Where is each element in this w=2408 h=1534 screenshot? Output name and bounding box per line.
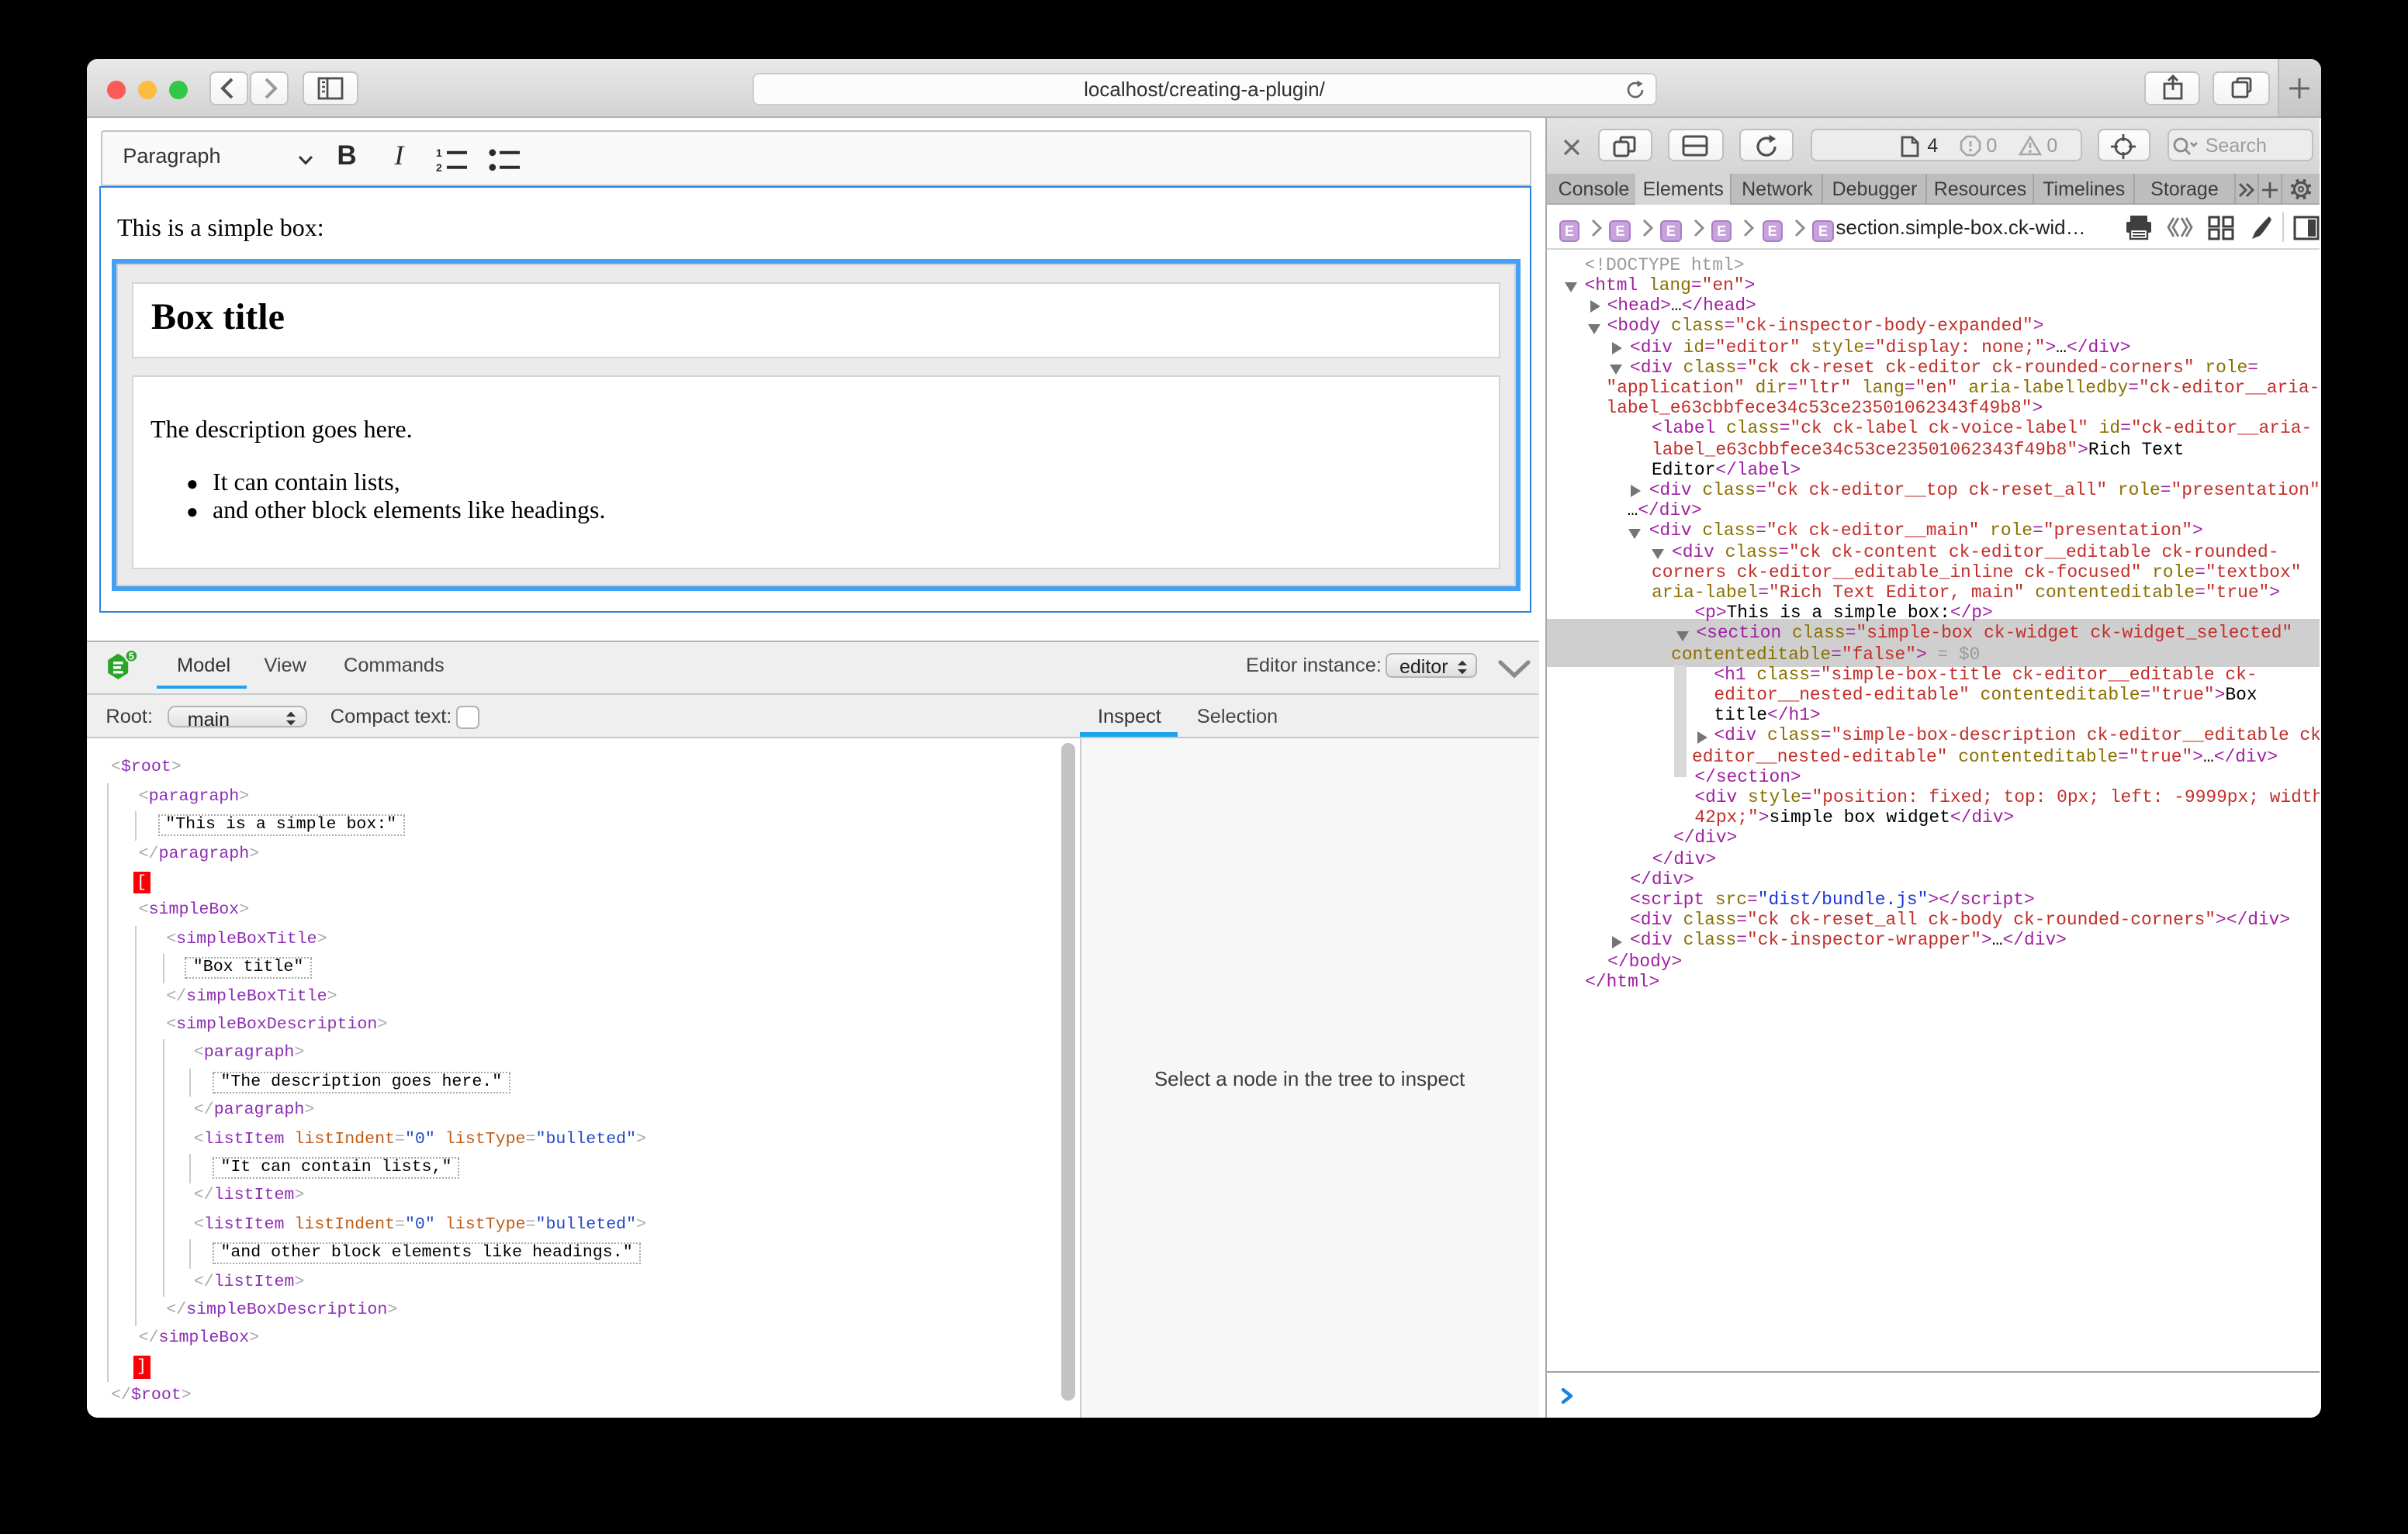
svg-text:5: 5: [129, 651, 134, 662]
svg-text:1: 1: [436, 147, 442, 159]
svg-text:2: 2: [436, 161, 442, 174]
